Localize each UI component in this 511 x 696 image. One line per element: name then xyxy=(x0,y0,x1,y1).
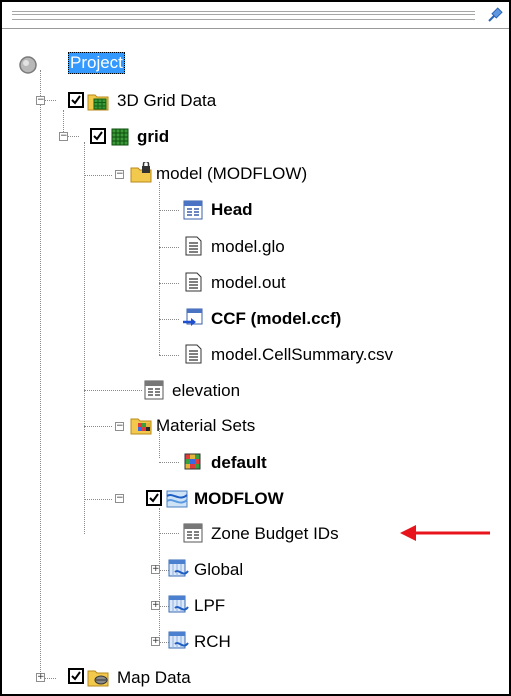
expander-rch[interactable]: + xyxy=(151,637,160,646)
grid-folder-icon xyxy=(87,94,109,111)
dataset-icon xyxy=(183,200,203,220)
expander-material-sets[interactable]: − xyxy=(115,422,124,431)
text-file-icon xyxy=(185,236,202,256)
tree-item-rch[interactable]: RCH xyxy=(194,631,231,653)
text-file-icon xyxy=(185,272,202,292)
tree-item-grid[interactable]: grid xyxy=(137,126,169,148)
tree-item-cellsummary[interactable]: model.CellSummary.csv xyxy=(211,344,393,366)
tree-item-material-sets[interactable]: Material Sets xyxy=(156,415,255,437)
modflow-icon xyxy=(166,490,188,508)
panel-titlebar[interactable] xyxy=(2,2,509,29)
expander-global[interactable]: + xyxy=(151,565,160,574)
tree-item-head[interactable]: Head xyxy=(211,199,253,221)
tree-item-model-glo[interactable]: model.glo xyxy=(211,236,285,258)
material-folder-icon xyxy=(130,418,152,435)
package-icon xyxy=(168,595,189,613)
package-icon xyxy=(168,631,189,649)
project-tree: Project − 3D Grid Data − grid − model (M… xyxy=(2,30,509,694)
tree-item-project[interactable]: Project xyxy=(68,52,125,74)
map-folder-icon xyxy=(87,670,109,687)
text-file-icon xyxy=(185,344,202,364)
tree-item-default[interactable]: default xyxy=(211,452,267,474)
tree-item-model-out[interactable]: model.out xyxy=(211,272,286,294)
tree-item-global[interactable]: Global xyxy=(194,559,243,581)
material-set-icon xyxy=(184,453,201,470)
package-icon xyxy=(168,559,189,577)
ccf-dataset-icon xyxy=(183,308,203,326)
expander-model[interactable]: − xyxy=(115,170,124,179)
checkbox-3d-grid-data[interactable] xyxy=(68,92,84,108)
tree-item-3d-grid-data[interactable]: 3D Grid Data xyxy=(117,90,216,112)
checkbox-grid[interactable] xyxy=(90,128,106,144)
checkbox-modflow[interactable] xyxy=(146,490,162,506)
expander-modflow[interactable]: − xyxy=(115,494,124,503)
grid-icon xyxy=(111,128,129,146)
expander-3d-grid-data[interactable]: − xyxy=(36,96,45,105)
red-arrow-annotation xyxy=(400,525,490,541)
expander-grid[interactable]: − xyxy=(59,132,68,141)
project-explorer-panel: Project − 3D Grid Data − grid − model (M… xyxy=(0,0,511,696)
checkbox-map-data[interactable] xyxy=(68,668,84,684)
tree-item-map-data[interactable]: Map Data xyxy=(117,667,191,689)
tree-item-elevation[interactable]: elevation xyxy=(172,380,240,402)
pin-icon[interactable] xyxy=(485,6,505,24)
locked-folder-icon xyxy=(130,162,152,183)
expander-lpf[interactable]: + xyxy=(151,601,160,610)
tree-item-zone-budget-ids[interactable]: Zone Budget IDs xyxy=(211,523,339,545)
expander-map-data[interactable]: + xyxy=(36,673,45,682)
gray-dataset-icon xyxy=(183,523,203,543)
tree-item-ccf[interactable]: CCF (model.ccf) xyxy=(211,308,341,330)
tree-item-lpf[interactable]: LPF xyxy=(194,595,225,617)
tree-item-modflow[interactable]: MODFLOW xyxy=(194,488,284,510)
gray-dataset-icon xyxy=(144,380,164,400)
tree-item-model[interactable]: model (MODFLOW) xyxy=(156,163,307,185)
project-status-icon xyxy=(19,56,37,74)
drag-grip[interactable] xyxy=(12,11,475,20)
